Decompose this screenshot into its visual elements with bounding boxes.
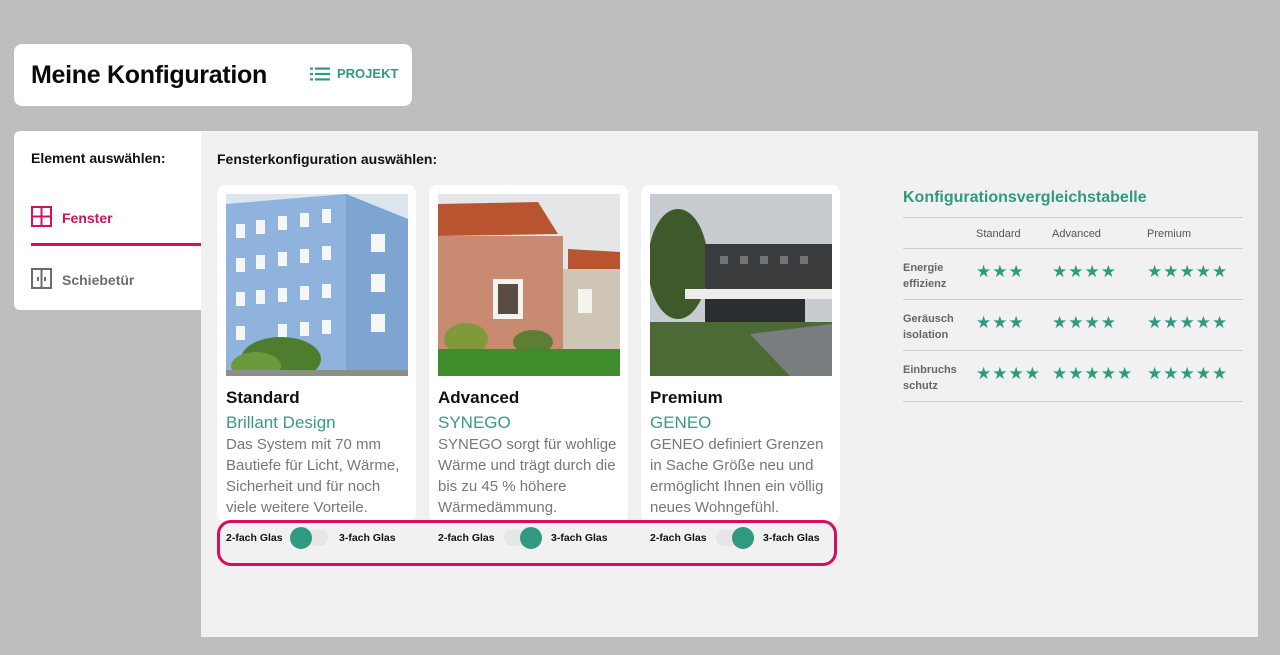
toggle-label-right: 3-fach Glas [763,532,820,544]
star-rating: ★★★★★ [1147,364,1229,383]
card-image [226,194,408,376]
sidebar-item-label: Fenster [62,210,113,226]
list-icon [310,67,330,81]
section-title: Fensterkonfiguration auswählen: [217,151,438,167]
column-header: Premium [1147,228,1192,240]
card-product: SYNEGO [438,413,511,432]
toggle-label-left: 2-fach Glas [650,532,707,544]
glass-toggle-switch[interactable] [504,527,542,549]
card-image [438,194,620,376]
card-title: Premium [650,388,723,407]
comparison-row: Geräusch isolation ★★★ ★★★★ ★★★★★ [903,300,1243,351]
active-indicator [31,243,201,246]
comparison-row: Energie effizienz ★★★ ★★★★ ★★★★★ [903,249,1243,300]
projekt-label: PROJEKT [337,66,399,81]
toggle-label-right: 3-fach Glas [339,532,396,544]
glass-toggle-row: 2-fach Glas 3-fach Glas [650,527,836,549]
comparison-table: Konfigurationsvergleichstabelle Standard… [903,189,1243,402]
config-card-advanced[interactable]: Advanced SYNEGO SYNEGO sorgt für wohlige… [429,185,628,522]
toggle-label-right: 3-fach Glas [551,532,608,544]
sidebar-item-fenster[interactable]: Fenster [31,206,113,230]
element-sidebar: Element auswählen: Fenster Schiebetür [14,131,201,310]
star-rating: ★★★ [976,262,1025,281]
card-product: Brillant Design [226,413,336,432]
star-rating: ★★★★ [1052,262,1117,281]
configuration-panel: Fensterkonfiguration auswählen: Standard… [201,131,1258,637]
glass-toggle-row: 2-fach Glas 3-fach Glas [226,527,412,549]
toggle-knob [732,527,754,549]
card-description: SYNEGO sorgt für wohlige Wärme und trägt… [438,436,617,516]
page-title: Meine Konfiguration [31,60,267,89]
card-image [650,194,832,376]
window-icon [31,206,52,230]
star-rating: ★★★★★ [1052,364,1134,383]
header-card: Meine Konfiguration PROJEKT [14,44,412,106]
toggle-knob [290,527,312,549]
toggle-label-left: 2-fach Glas [226,532,283,544]
column-header: Standard [976,228,1021,240]
sliding-door-icon [31,268,52,292]
row-label: Geräusch isolation [903,313,954,341]
sidebar-title: Element auswählen: [31,150,166,166]
card-title: Advanced [438,388,520,407]
comparison-header-row: Standard Advanced Premium [903,218,1243,248]
star-rating: ★★★★★ [1147,262,1229,281]
glass-toggle-switch[interactable] [716,527,754,549]
comparison-row: Einbruchs schutz ★★★★ ★★★★★ ★★★★★ [903,351,1243,402]
star-rating: ★★★★ [976,364,1041,383]
star-rating: ★★★ [976,313,1025,332]
toggle-knob [520,527,542,549]
config-card-premium[interactable]: Premium GENEO GENEO definiert Grenzen in… [641,185,840,522]
projekt-button[interactable]: PROJEKT [310,66,398,81]
sidebar-item-label: Schiebetür [62,272,135,288]
glass-toggle-switch[interactable] [290,527,328,549]
row-label: Energie effizienz [903,262,947,290]
sidebar-item-schiebetuer[interactable]: Schiebetür [31,268,134,292]
star-rating: ★★★★ [1052,313,1117,332]
glass-toggle-row: 2-fach Glas 3-fach Glas [438,527,624,549]
row-label: Einbruchs schutz [903,364,957,392]
card-description: GENEO definiert Grenzen in Sache Größe n… [650,436,824,516]
card-description: Das System mit 70 mm Bautiefe für Licht,… [226,436,400,516]
column-header: Advanced [1052,228,1101,240]
card-product: GENEO [650,413,712,432]
config-card-standard[interactable]: Standard Brillant Design Das System mit … [217,185,416,522]
star-rating: ★★★★★ [1147,313,1229,332]
comparison-rows: Energie effizienz ★★★ ★★★★ ★★★★★ Geräusch is… [903,249,1243,402]
toggle-label-left: 2-fach Glas [438,532,495,544]
card-title: Standard [226,388,300,407]
comparison-title: Konfigurationsvergleichstabelle [903,189,1147,206]
